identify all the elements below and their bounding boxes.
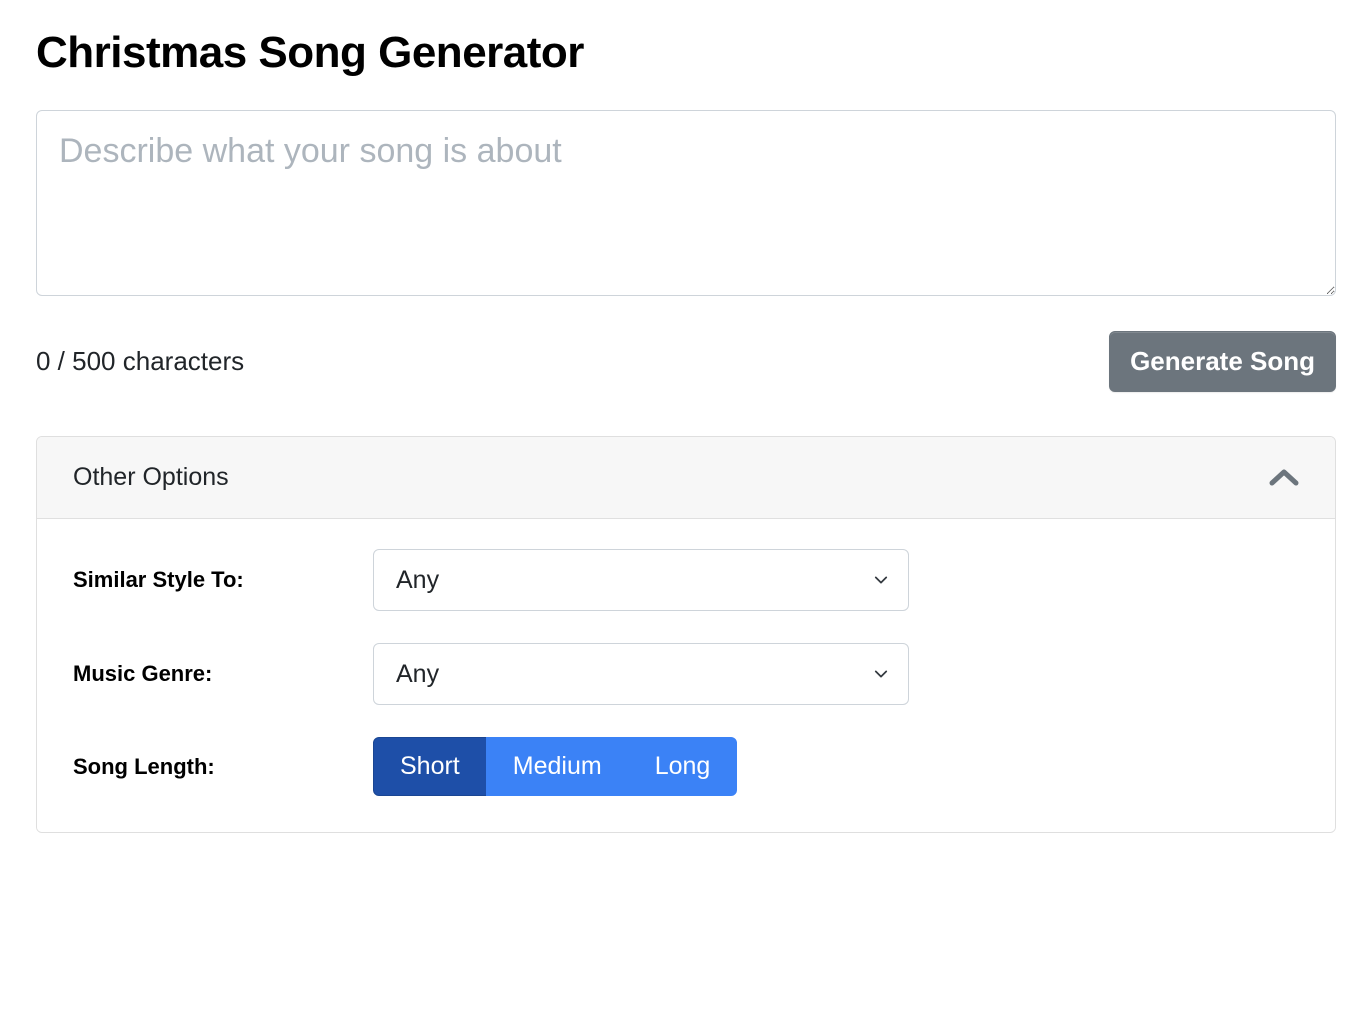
- other-options-toggle[interactable]: Other Options: [37, 437, 1335, 519]
- option-row-style: Similar Style To: Any: [73, 549, 1299, 611]
- length-medium-button[interactable]: Medium: [486, 737, 629, 796]
- option-row-genre: Music Genre: Any: [73, 643, 1299, 705]
- length-short-button[interactable]: Short: [373, 737, 487, 796]
- style-select[interactable]: Any: [373, 549, 909, 611]
- below-input-row: 0 / 500 characters Generate Song: [36, 331, 1336, 392]
- genre-label: Music Genre:: [73, 661, 373, 687]
- length-label: Song Length:: [73, 754, 373, 780]
- other-options-title: Other Options: [73, 463, 229, 492]
- chevron-up-icon: [1269, 468, 1299, 488]
- length-long-button[interactable]: Long: [628, 737, 738, 796]
- other-options-body: Similar Style To: Any Music Genre: Any S…: [37, 519, 1335, 832]
- character-counter: 0 / 500 characters: [36, 346, 244, 377]
- genre-select[interactable]: Any: [373, 643, 909, 705]
- length-button-group: Short Medium Long: [373, 737, 737, 796]
- other-options-panel: Other Options Similar Style To: Any Musi…: [36, 436, 1336, 833]
- generate-song-button[interactable]: Generate Song: [1109, 331, 1336, 392]
- page-title: Christmas Song Generator: [36, 28, 1336, 78]
- style-label: Similar Style To:: [73, 567, 373, 593]
- song-description-input[interactable]: [36, 110, 1336, 296]
- option-row-length: Song Length: Short Medium Long: [73, 737, 1299, 796]
